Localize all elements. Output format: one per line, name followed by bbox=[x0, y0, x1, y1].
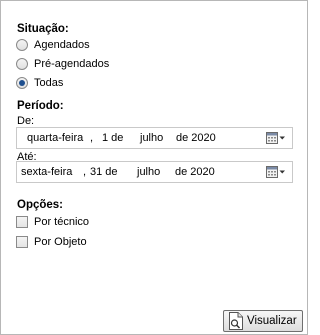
day-field[interactable]: 31 de bbox=[90, 166, 118, 178]
calendar-dropdown-icon[interactable] bbox=[266, 131, 286, 145]
document-preview-icon bbox=[229, 312, 243, 330]
radio-todas[interactable]: Todas bbox=[16, 75, 63, 91]
visualizar-label: Visualizar bbox=[247, 315, 297, 327]
radio-button[interactable] bbox=[16, 77, 28, 89]
month-field[interactable]: julho bbox=[140, 132, 163, 144]
calendar-dropdown-icon[interactable] bbox=[266, 165, 286, 179]
radio-button[interactable] bbox=[16, 58, 28, 70]
situacao-title: Situação: bbox=[17, 23, 69, 35]
checkbox[interactable] bbox=[16, 236, 28, 248]
opcoes-title: Opções: bbox=[17, 199, 64, 211]
month-field[interactable]: julho bbox=[137, 166, 160, 178]
day-field[interactable]: 1 de bbox=[102, 132, 123, 144]
year-field[interactable]: de 2020 bbox=[176, 132, 216, 144]
report-filter-panel: Situação: Agendados Pré-agendados Todas … bbox=[0, 0, 308, 335]
visualizar-button[interactable]: Visualizar bbox=[223, 310, 303, 332]
year-field[interactable]: de 2020 bbox=[175, 166, 215, 178]
checkbox[interactable] bbox=[16, 216, 28, 228]
date-picker-ate[interactable]: sexta-feira , 31 de julho de 2020 bbox=[16, 161, 293, 183]
de-label: De: bbox=[17, 115, 35, 127]
radio-label: Agendados bbox=[34, 39, 90, 51]
checkbox-label: Por Objeto bbox=[34, 236, 87, 248]
radio-label: Todas bbox=[34, 77, 64, 89]
radio-agendados[interactable]: Agendados bbox=[16, 37, 90, 53]
separator: , bbox=[90, 132, 94, 144]
periodo-title: Período: bbox=[17, 100, 64, 112]
checkbox-por-tecnico[interactable]: Por técnico bbox=[16, 214, 89, 230]
weekday-field[interactable]: quarta-feira bbox=[27, 132, 83, 144]
date-picker-de[interactable]: quarta-feira , 1 de julho de 2020 bbox=[16, 127, 293, 149]
separator: , bbox=[83, 166, 87, 178]
weekday-field[interactable]: sexta-feira bbox=[21, 166, 72, 178]
checkbox-por-objeto[interactable]: Por Objeto bbox=[16, 234, 87, 250]
radio-pre-agendados[interactable]: Pré-agendados bbox=[16, 56, 109, 72]
radio-label: Pré-agendados bbox=[34, 58, 110, 70]
checkbox-label: Por técnico bbox=[34, 216, 90, 228]
radio-button[interactable] bbox=[16, 39, 28, 51]
